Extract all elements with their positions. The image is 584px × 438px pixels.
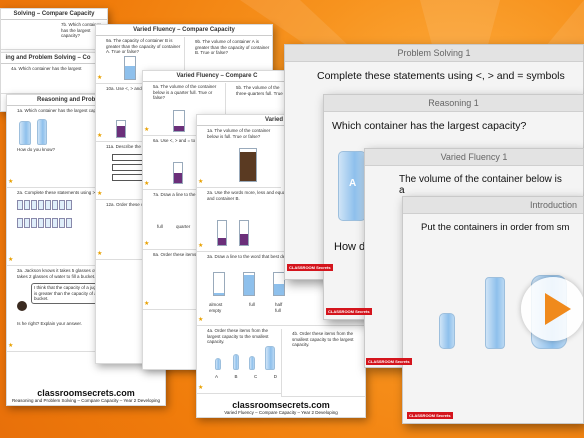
classroom-secrets-logo: CLASSROOM Secrets: [287, 264, 333, 271]
star-icon: ★: [8, 342, 14, 349]
slide-title-bar: Varied Fluency 1: [365, 149, 583, 166]
bottle-b-icon: [37, 118, 47, 145]
star-icon: ★: [198, 242, 204, 249]
star-icon: ★: [144, 126, 150, 133]
bottle-c-icon: [249, 356, 255, 370]
question-text: 9a. The capacity of container B is great…: [106, 38, 181, 54]
label-almost-empty: almost empty: [209, 302, 223, 313]
label-a: A: [215, 374, 219, 379]
star-icon: ★: [144, 240, 150, 247]
slide-title-bar: Introduction: [403, 197, 583, 214]
question-1a: 1a. The volume of the container below is…: [197, 126, 281, 188]
question-7b: 7b. Which container has the largest capa…: [1, 20, 107, 50]
question-text: 4b. Order these items from the smallest …: [292, 331, 354, 347]
slide-text: Which container has the largest capacity…: [332, 120, 527, 132]
slide-text: Complete these statements using <, > and…: [317, 70, 565, 82]
star-icon: ★: [8, 178, 14, 185]
site-url[interactable]: classroomsecrets.com: [7, 388, 165, 398]
footer-text: Varied Fluency – Compare Capacity – Year…: [224, 410, 338, 415]
label-b: B: [234, 374, 238, 379]
bottle-label: A: [349, 178, 357, 189]
label-half-full: half full: [274, 302, 283, 313]
star-icon: ★: [198, 178, 204, 185]
label-full: full: [249, 302, 255, 307]
jar-a-icon: [124, 56, 136, 80]
star-icon: ★: [97, 250, 103, 257]
jar-quarter-icon: [173, 110, 185, 132]
cup-a-icon: [215, 358, 221, 370]
label-quarter: quarter: [176, 223, 191, 229]
slide-title-bar: Problem Solving 1: [285, 45, 583, 62]
worksheet-title: ing and Problem Solving – Co: [1, 53, 95, 64]
star-icon: ★: [97, 74, 103, 81]
star-icon: ★: [144, 300, 150, 307]
star-icon: ★: [97, 132, 103, 139]
bottle-medium-icon: [485, 277, 505, 349]
slide-text-cut: How d: [334, 241, 366, 253]
jar-purple-icon: [116, 120, 126, 138]
question-text: 4a. Which container has the largest: [11, 66, 82, 71]
jar-a-icon: [217, 220, 227, 246]
question-text: 1a. The volume of the container below is…: [207, 128, 271, 139]
question-text: 5b. The volume of the three-quarters ful…: [236, 85, 283, 96]
classroom-secrets-logo: CLASSROOM Secrets: [326, 308, 372, 315]
question-text: 4a. Order these items from the largest c…: [207, 328, 269, 344]
classroom-secrets-logo: CLASSROOM Secrets: [366, 358, 412, 365]
slide-text: Put the containers in order from sm: [421, 222, 570, 233]
question-4b: 4b. Order these items from the smallest …: [281, 329, 365, 397]
star-icon: ★: [8, 256, 14, 263]
label-c: C: [254, 374, 258, 379]
site-url[interactable]: classroomsecrets.com: [197, 400, 365, 410]
bottle-a-icon: [19, 120, 31, 145]
worksheet-footer: classroomsecrets.com Varied Fluency – Co…: [197, 398, 365, 417]
jar-b-icon: [239, 220, 249, 246]
star-icon: ★: [144, 180, 150, 187]
question-4a: 4a. Order these items from the largest c…: [197, 326, 281, 394]
play-icon[interactable]: [521, 277, 583, 341]
slide-title-bar: Reasoning 1: [324, 95, 583, 112]
label-d: D: [273, 374, 277, 379]
jar-2-icon: [243, 272, 255, 296]
worksheet-title: Varied Fluency – Compare C: [143, 71, 291, 82]
bottle-d-icon: [265, 346, 275, 370]
bottle-small-icon: [439, 313, 455, 349]
question-4a: 4a. Which container has the largest: [1, 64, 95, 94]
boy-avatar: [17, 301, 27, 311]
question-text: 9b. The volume of container A is greater…: [195, 39, 270, 55]
label-full: full: [157, 223, 163, 229]
star-icon: ★: [198, 316, 204, 323]
jar-a-icon: [173, 162, 183, 184]
worksheet-title: Varied Fluency – Compare Capacity: [96, 25, 272, 36]
jar-1-icon: [213, 272, 225, 296]
classroom-secrets-logo: CLASSROOM Secrets: [407, 412, 453, 419]
bottle-a-icon: A: [338, 151, 366, 221]
bottle-b-icon: [233, 354, 239, 370]
footer-text: Reasoning and Problem Solving – Compare …: [11, 398, 161, 403]
question-subtext: How do you know?: [17, 146, 56, 152]
jar-full-icon: [239, 148, 257, 182]
question-text: 5a. The volume of the container below is…: [153, 84, 217, 100]
question-subtext: Is he right? Explain your answer.: [17, 321, 83, 326]
speech-bubble: I think that the capacity of a jug is gr…: [31, 283, 103, 304]
worksheet-footer: classroomsecrets.com Reasoning and Probl…: [7, 386, 165, 405]
slide-introduction[interactable]: Introduction Put the containers in order…: [402, 196, 584, 424]
worksheet-title: Solving – Compare Capacity: [1, 9, 107, 20]
star-icon: ★: [97, 190, 103, 197]
star-icon: ★: [198, 384, 204, 391]
